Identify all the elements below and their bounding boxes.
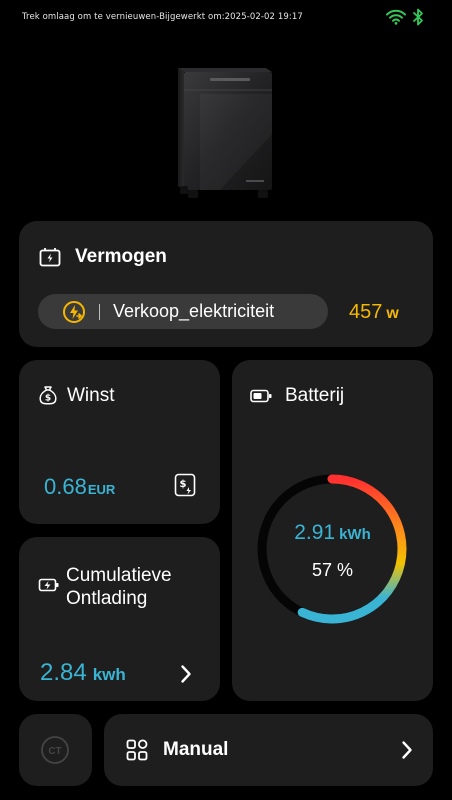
battery-level-ring [257, 474, 407, 624]
battery-title: Batterij [285, 385, 345, 406]
ct-icon: CT [41, 736, 69, 764]
battery-charging-icon [38, 578, 59, 592]
discharge-value: 2.84 kwh [40, 659, 126, 687]
currency-exchange-icon[interactable]: $ [174, 473, 196, 497]
profit-number: 0.68 [44, 474, 87, 499]
power-card: Vermogen Verkoop_elektriciteit 457 w [19, 221, 433, 347]
battery-calendar-icon [39, 248, 61, 267]
discharge-number: 2.84 [40, 659, 87, 686]
status-bar: Trek omlaag om te vernieuwen-Bijgewerkt … [0, 0, 452, 34]
profit-unit: EUR [87, 482, 116, 497]
money-bag-icon: $ [39, 386, 57, 405]
power-unit: w [386, 305, 399, 322]
wifi-icon [386, 9, 406, 25]
profit-card[interactable]: $ Winst 0.68EUR $ [19, 360, 220, 524]
chevron-right-icon[interactable] [180, 664, 192, 684]
svg-text:$: $ [180, 479, 187, 490]
ct-button[interactable]: CT [19, 714, 92, 786]
bluetooth-icon [413, 8, 423, 26]
power-number: 457 [349, 301, 383, 323]
battery-energy-number: 2.91 [294, 521, 336, 544]
manual-label: Manual [163, 739, 229, 760]
battery-level-arc [297, 474, 407, 624]
sell-electricity-icon [63, 301, 85, 323]
mode-selector[interactable]: Verkoop_elektriciteit [38, 294, 328, 329]
mode-divider [99, 304, 100, 320]
battery-energy: 2.91 kWh [232, 521, 433, 545]
profit-title: Winst [67, 385, 115, 406]
power-value: 457 w [349, 301, 399, 324]
battery-energy-unit: kWh [339, 526, 371, 543]
ct-label: CT [48, 746, 61, 757]
svg-text:$: $ [45, 394, 51, 404]
battery-percent: 57 % [311, 560, 354, 580]
refresh-status-text: Trek omlaag om te vernieuwen-Bijgewerkt … [22, 12, 303, 22]
battery-card[interactable]: Batterij 2.91 kWh 57 % [232, 360, 433, 701]
mode-label: Verkoop_elektriciteit [113, 301, 275, 321]
discharge-unit: kwh [92, 665, 126, 684]
cumulative-discharge-title: Cumulatieve Ontlading [66, 565, 172, 609]
battery-icon [250, 389, 272, 403]
manual-button[interactable]: Manual [104, 714, 433, 786]
profit-value: 0.68EUR [44, 474, 115, 500]
cumulative-discharge-card[interactable]: Cumulatieve Ontlading 2.84 kwh [19, 537, 220, 701]
power-title: Vermogen [75, 246, 167, 267]
chevron-right-icon [402, 741, 412, 759]
grid-icon [126, 739, 148, 761]
device-image [178, 68, 272, 198]
